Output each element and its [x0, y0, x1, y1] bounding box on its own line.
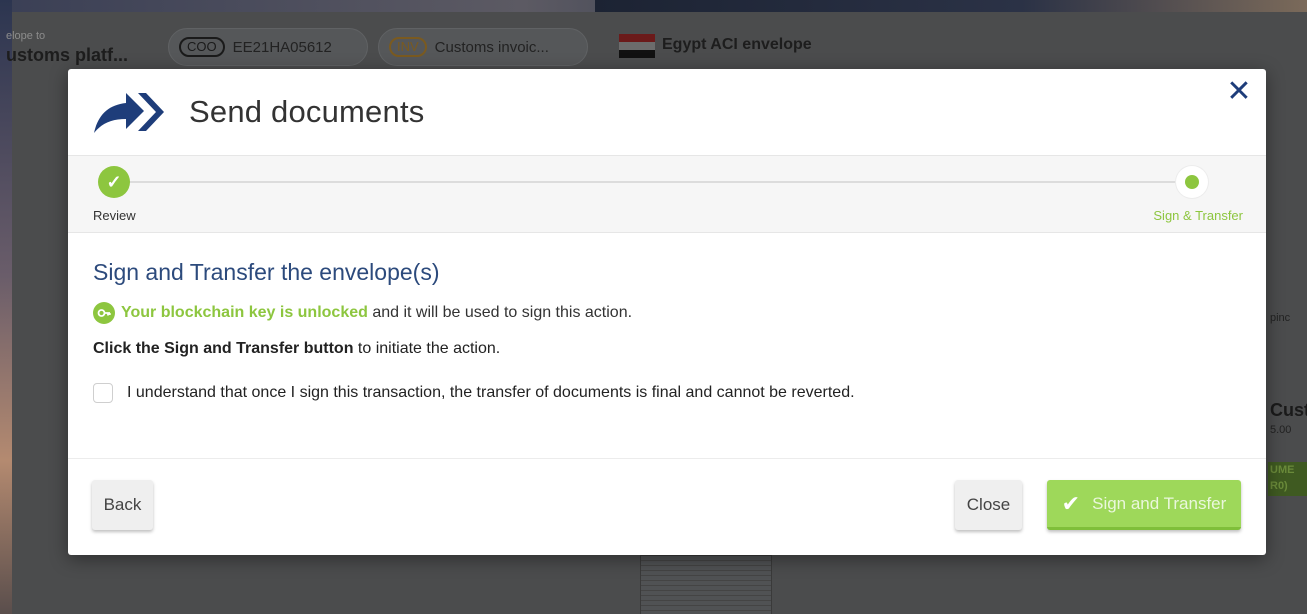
bg-right-partial: UME — [1270, 464, 1295, 476]
bg-chip-tag: COO — [179, 37, 225, 57]
step-review-check-icon: ✓ — [98, 166, 130, 198]
bg-chip-text: Customs invoic... — [434, 38, 549, 56]
modal-header: Send documents ✕ — [68, 69, 1266, 155]
back-button[interactable]: Back — [92, 480, 153, 530]
bg-chip-text: EE21HA05612 — [232, 38, 332, 56]
key-status-unlocked: Your blockchain key is unlocked — [121, 304, 368, 321]
modal-body: Sign and Transfer the envelope(s) Your b… — [68, 233, 1266, 458]
instruction-bold: Click the Sign and Transfer button — [93, 340, 354, 357]
bg-envelope-name: Egypt ACI envelope — [662, 36, 812, 53]
progress-stepper: ✓ Review Sign & Transfer — [68, 155, 1266, 233]
confirm-checkbox[interactable] — [93, 383, 113, 403]
send-arrows-icon — [94, 93, 164, 133]
send-documents-modal: Send documents ✕ ✓ Review Sign & Transfe… — [68, 69, 1266, 555]
sign-and-transfer-label: Sign and Transfer — [1092, 493, 1227, 513]
bg-right-partial: R0) — [1270, 480, 1288, 492]
step-review-label: Review — [93, 208, 136, 223]
step-sign-label: Sign & Transfer — [1153, 208, 1243, 223]
instruction-line: Click the Sign and Transfer button to in… — [93, 340, 500, 358]
bg-document-chip-coo: COO EE21HA05612 — [168, 28, 368, 66]
instruction-rest: to initiate the action. — [353, 340, 501, 357]
step-sign-current-indicator — [1176, 166, 1208, 198]
section-title: Sign and Transfer the envelope(s) — [93, 259, 440, 285]
close-icon[interactable]: ✕ — [1224, 77, 1254, 107]
stepper-line — [115, 181, 1193, 183]
background-top-strip — [0, 0, 1307, 14]
checkmark-icon: ✔ — [1061, 490, 1081, 516]
modal-footer: Back Close ✔ Sign and Transfer — [68, 458, 1266, 555]
egypt-flag-icon — [619, 34, 655, 58]
bg-right-partial: pinc — [1270, 312, 1291, 324]
close-button[interactable]: Close — [955, 480, 1022, 530]
key-status-rest: and it will be used to sign this action. — [367, 304, 633, 321]
key-icon — [93, 302, 115, 324]
bg-right-partial: 5.00 — [1270, 424, 1292, 436]
bg-platform-name: ustoms platf... — [6, 45, 129, 65]
bg-right-partial: Cust — [1270, 400, 1307, 420]
modal-title: Send documents — [189, 94, 425, 129]
confirm-row: I understand that once I sign this trans… — [93, 383, 855, 403]
confirm-text: I understand that once I sign this trans… — [127, 384, 855, 401]
bg-document-preview — [640, 555, 772, 614]
key-status-line: Your blockchain key is unlocked and it w… — [93, 302, 632, 324]
sign-and-transfer-button[interactable]: ✔ Sign and Transfer — [1047, 480, 1241, 530]
bg-document-chip-inv: INV Customs invoic... — [378, 28, 588, 66]
bg-chip-tag: INV — [389, 37, 427, 57]
bg-envelope-label: elope to — [6, 30, 46, 42]
background-left-strip — [0, 0, 12, 614]
